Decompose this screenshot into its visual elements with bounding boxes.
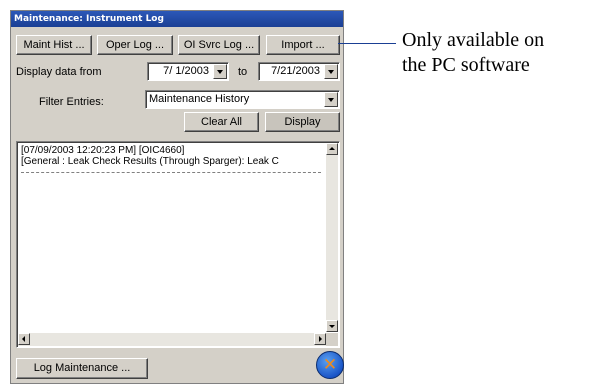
clear-all-button[interactable]: Clear All [184,112,259,132]
callout-annotation: Only available on the PC software [402,28,544,78]
display-data-from-label: Display data from [16,66,102,78]
chevron-down-icon[interactable] [213,64,227,79]
scroll-left-icon[interactable] [18,333,30,345]
vertical-scrollbar[interactable] [326,143,338,332]
callout-line-1: Only available on [402,29,545,51]
import-button[interactable]: Import ... [266,35,340,55]
horizontal-scrollbar[interactable] [18,333,326,346]
instrument-log-window: Maintenance: Instrument Log Maint Hist .… [10,10,344,384]
callout-line-2: the PC software [402,54,530,76]
filter-entries-select[interactable]: Maintenance History [145,90,340,109]
display-button[interactable]: Display [265,112,340,132]
oper-log-button[interactable]: Oper Log ... [97,35,173,55]
maint-hist-button[interactable]: Maint Hist ... [16,35,92,55]
to-date-value: 7/21/2003 [271,65,320,77]
from-date-picker[interactable]: 7/ 1/2003 [147,62,229,81]
scrollbar-corner [326,333,338,346]
close-button[interactable]: ✕ [316,351,344,379]
chevron-down-icon[interactable] [324,64,338,79]
scroll-down-icon[interactable] [326,320,338,332]
log-maintenance-button[interactable]: Log Maintenance ... [16,358,148,379]
log-entry: [07/09/2003 12:20:23 PM] [OIC4660] [Gene… [21,145,323,173]
to-date-picker[interactable]: 7/21/2003 [258,62,340,81]
window-title: Maintenance: Instrument Log [11,11,343,27]
close-icon: ✕ [322,355,338,375]
to-label: to [238,66,248,78]
log-text-area[interactable]: [07/09/2003 12:20:23 PM] [OIC4660] [Gene… [16,141,340,348]
log-separator [21,172,321,173]
filter-entries-label: Filter Entries: [39,96,104,108]
oi-svrc-log-button[interactable]: OI Svrc Log ... [178,35,260,55]
scroll-up-icon[interactable] [326,143,338,155]
log-entry-detail: [General : Leak Check Results (Through S… [21,156,279,167]
scroll-right-icon[interactable] [314,333,326,345]
chevron-down-icon[interactable] [324,92,338,107]
filter-selected-value: Maintenance History [149,93,250,105]
callout-line [338,43,396,44]
log-entry-header: [07/09/2003 12:20:23 PM] [OIC4660] [21,145,185,156]
from-date-value: 7/ 1/2003 [163,65,209,77]
